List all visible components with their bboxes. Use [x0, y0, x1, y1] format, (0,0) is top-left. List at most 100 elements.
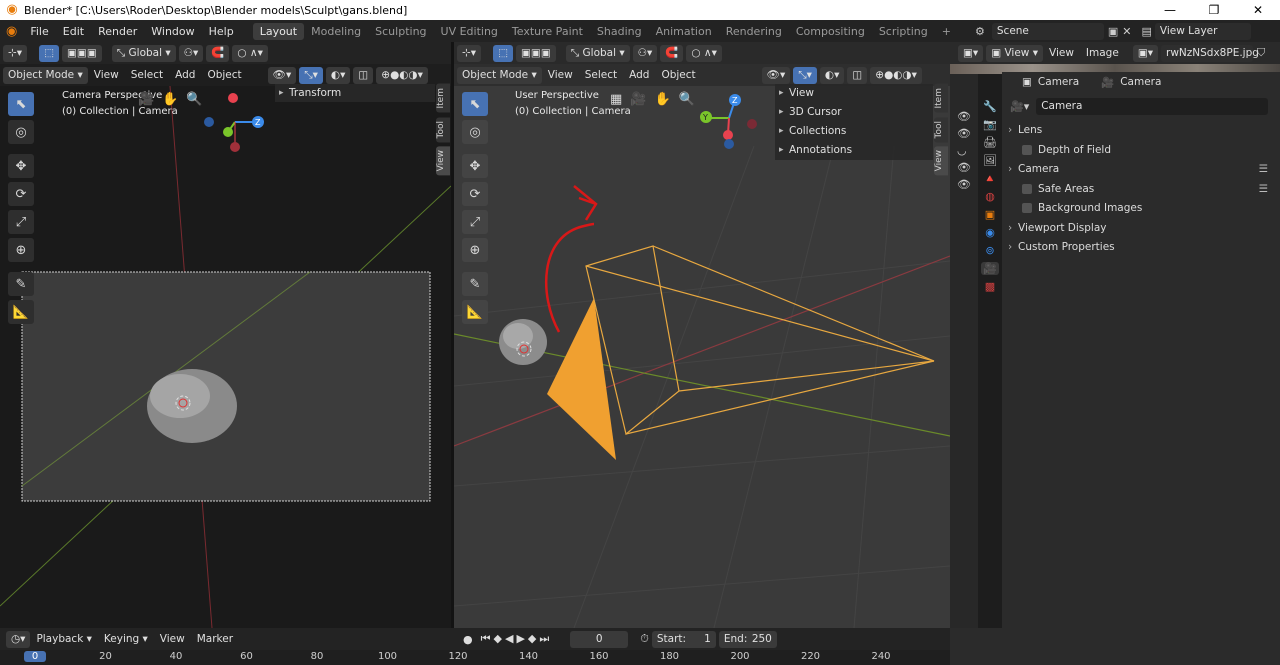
fake-user-shield-icon[interactable]: ⛉	[1257, 46, 1265, 60]
tab-item[interactable]: Item	[436, 84, 450, 113]
right-3d-viewport[interactable]: ⊹▾ ⬚ ▣▣▣ ⤡ Global ▾ ⚇▾ 🧲 ○ ∧▾ Object Mod…	[454, 42, 950, 628]
gizmo-icon[interactable]: ⤡▾	[299, 66, 323, 84]
properties-panel-row[interactable]: › Camera ☰	[1002, 160, 1280, 180]
shading-icon[interactable]: ⊕●◐◑▾	[870, 66, 922, 84]
preview-range-icon[interactable]: ⏱	[640, 632, 649, 646]
world-tab-icon[interactable]: ◍	[985, 190, 995, 203]
add-workspace-button[interactable]: +	[935, 23, 958, 40]
pan-hand-icon[interactable]: ✋	[162, 92, 178, 107]
datablock-name-field[interactable]: Camera	[1036, 98, 1269, 115]
tab-layout[interactable]: Layout	[252, 22, 305, 40]
pivot-icon[interactable]: ⚇▾	[632, 44, 658, 62]
visibility-eye-icon[interactable]: 👁	[957, 161, 971, 174]
tab-shading[interactable]: Shading	[590, 23, 649, 40]
panel-checkbox[interactable]	[1022, 203, 1032, 213]
measure-tool-icon[interactable]: 📐	[8, 300, 34, 324]
properties-panel-row[interactable]: › Lens	[1002, 121, 1280, 141]
panel-checkbox[interactable]	[1022, 183, 1032, 194]
tab-item[interactable]: Item	[934, 84, 948, 113]
select-tool-icon[interactable]: ⬉	[8, 92, 34, 116]
panel-transform[interactable]: Transform	[275, 84, 435, 103]
breadcrumb-data[interactable]: Camera	[1120, 76, 1161, 88]
snap-icon[interactable]: 🧲	[206, 44, 230, 62]
properties-panel-row[interactable]: › Custom Properties	[1002, 238, 1280, 258]
panel-3d-cursor[interactable]: 3D Cursor	[775, 103, 933, 122]
start-frame-field[interactable]: Start: 1	[651, 630, 716, 648]
menu-help[interactable]: Help	[202, 25, 241, 38]
select-mode-icon[interactable]: ⬚	[39, 44, 59, 62]
minimize-button[interactable]: —	[1148, 0, 1192, 20]
gizmo-icon[interactable]: ⤡▾	[793, 66, 817, 84]
tab-modeling[interactable]: Modeling	[304, 23, 368, 40]
visibility-icon[interactable]: 👁▾	[761, 66, 791, 84]
xray-icon[interactable]: ◫	[847, 66, 868, 84]
grid-view-icon[interactable]: ▦	[610, 92, 622, 107]
editor-type-icon[interactable]: ⊹▾	[457, 44, 482, 62]
tab-tool[interactable]: Tool	[436, 116, 450, 142]
menu-select[interactable]: Select	[125, 69, 169, 81]
menu-object[interactable]: Object	[655, 69, 701, 81]
menu-view[interactable]: View	[542, 69, 579, 81]
menu-edit[interactable]: Edit	[56, 25, 91, 38]
visibility-eye-icon[interactable]: 👁	[957, 178, 971, 191]
annotate-tool-icon[interactable]: ✎	[8, 272, 34, 296]
snap-icon[interactable]: 🧲	[660, 44, 684, 62]
record-icon[interactable]: ●	[463, 633, 473, 646]
preset-list-icon[interactable]: ☰	[1259, 180, 1268, 200]
rotate-tool-icon[interactable]: ⟳	[8, 182, 34, 206]
zoom-icon[interactable]: 🔍	[679, 92, 695, 107]
select-box-mode-icon[interactable]: ▣▣▣	[516, 44, 556, 62]
editor-type-icon[interactable]: ⊹▾	[3, 44, 28, 62]
move-tool-icon[interactable]: ✥	[462, 154, 488, 178]
camera-view-icon[interactable]: 🎥	[630, 92, 646, 107]
tab-tool[interactable]: Tool	[934, 116, 948, 142]
pan-hand-icon[interactable]: ✋	[654, 92, 670, 107]
view-layer-field[interactable]: View Layer	[1154, 22, 1251, 40]
pivot-icon[interactable]: ⚇▾	[178, 44, 204, 62]
select-mode-icon[interactable]: ⬚	[493, 44, 513, 62]
camera-data-tab-icon[interactable]: 🎥	[981, 262, 999, 275]
tab-scripting[interactable]: Scripting	[872, 23, 935, 40]
rotate-tool-icon[interactable]: ⟳	[462, 182, 488, 206]
panel-view[interactable]: View	[775, 84, 933, 103]
measure-tool-icon[interactable]: 📐	[462, 300, 488, 324]
properties-panel-row[interactable]: Depth of Field	[1002, 141, 1280, 161]
timeline-ruler[interactable]: 0 20 40 60 80 100 120 140 160 180 200 220 240	[0, 650, 950, 665]
scene-field[interactable]: Scene	[991, 22, 1104, 40]
menu-render[interactable]: Render	[91, 25, 144, 38]
timeline-menu-view[interactable]: View	[154, 633, 191, 645]
select-box-mode-icon[interactable]: ▣▣▣	[62, 44, 102, 62]
mode-dropdown[interactable]: Object Mode ▾	[457, 66, 542, 84]
object-tab-icon[interactable]: ▣	[985, 208, 995, 221]
tab-texture-paint[interactable]: Texture Paint	[505, 23, 590, 40]
select-tool-icon[interactable]: ⬉	[462, 92, 488, 116]
properties-panel-row[interactable]: › Viewport Display	[1002, 219, 1280, 239]
image-menu-image[interactable]: Image	[1080, 47, 1125, 59]
breadcrumb-object[interactable]: Camera	[1038, 76, 1079, 88]
tab-sculpting[interactable]: Sculpting	[368, 23, 433, 40]
constraints-tab-icon[interactable]: ⊚	[985, 244, 994, 257]
menu-select[interactable]: Select	[579, 69, 623, 81]
menu-add[interactable]: Add	[169, 69, 201, 81]
end-frame-field[interactable]: End: 250	[718, 630, 777, 648]
transform-tool-icon[interactable]: ⊕	[8, 238, 34, 262]
proportional-edit-icon[interactable]: ○ ∧▾	[686, 44, 722, 62]
panel-collections[interactable]: Collections	[775, 122, 933, 141]
visibility-eye-icon[interactable]: 👁	[957, 110, 971, 123]
tab-uv-editing[interactable]: UV Editing	[434, 23, 505, 40]
image-editor-type-icon[interactable]: ▣▾	[958, 44, 984, 62]
physics-tab-icon[interactable]: ◉	[985, 226, 995, 239]
panel-annotations[interactable]: Annotations	[775, 141, 933, 160]
transform-orientation-dropdown[interactable]: ⤡ Global ▾	[565, 44, 630, 62]
playback-controls[interactable]: ⏮◆◀▶◆⏭	[481, 632, 553, 646]
image-name-field[interactable]: rwNzNSdx8PE.jpg	[1161, 44, 1259, 62]
timeline-editor-type-icon[interactable]: ◷▾	[6, 630, 31, 648]
menu-file[interactable]: File	[23, 25, 55, 38]
texture-tab-icon[interactable]: ▩	[985, 280, 995, 293]
tab-rendering[interactable]: Rendering	[719, 23, 789, 40]
right-navigation-gizmo[interactable]: Z Y	[698, 90, 768, 156]
timeline-menu-playback[interactable]: Playback ▾	[30, 633, 97, 645]
left-3d-viewport[interactable]: ⊹▾ ⬚ ▣▣▣ ⤡ Global ▾ ⚇▾ 🧲 ○ ∧▾ Object Mod…	[0, 42, 451, 628]
annotate-tool-icon[interactable]: ✎	[462, 272, 488, 296]
maximize-button[interactable]: ❐	[1192, 0, 1236, 20]
